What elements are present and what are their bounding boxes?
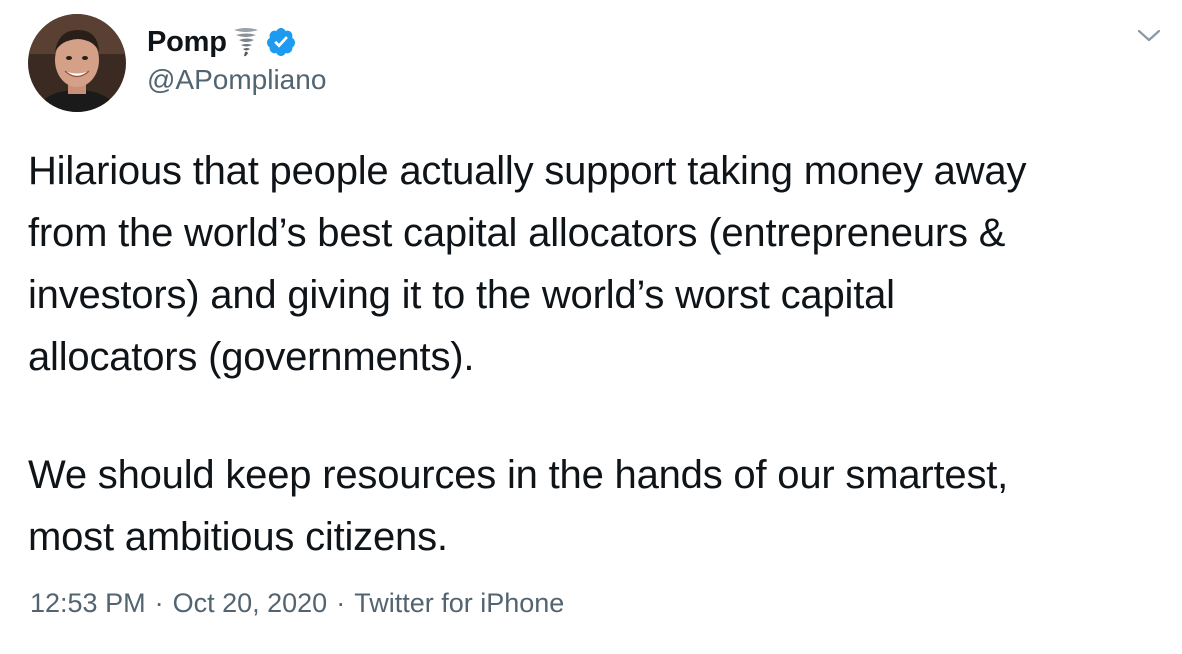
chevron-down-icon[interactable] (1136, 26, 1162, 46)
tweet-time[interactable]: 12:53 PM (30, 588, 146, 619)
avatar-image (28, 14, 126, 112)
tweet-meta: 12:53 PM · Oct 20, 2020 · Twitter for iP… (30, 588, 564, 619)
avatar[interactable] (28, 14, 126, 112)
tweet-card: Pomp @APompliano Hilarious that people a… (0, 0, 1182, 654)
tweet-text: Hilarious that people actually support t… (28, 140, 1168, 568)
meta-separator: · (336, 588, 346, 618)
display-name[interactable]: Pomp (147, 26, 227, 59)
verified-badge-icon (265, 26, 297, 58)
tweet-date[interactable]: Oct 20, 2020 (173, 588, 328, 619)
meta-separator: · (154, 588, 164, 618)
tweet-paragraph: Hilarious that people actually support t… (28, 149, 1027, 379)
tornado-icon (233, 26, 259, 58)
handle[interactable]: @APompliano (147, 64, 326, 96)
author-name-row[interactable]: Pomp (147, 22, 297, 62)
tweet-source[interactable]: Twitter for iPhone (354, 588, 564, 619)
tweet-paragraph: We should keep resources in the hands of… (28, 453, 1009, 559)
